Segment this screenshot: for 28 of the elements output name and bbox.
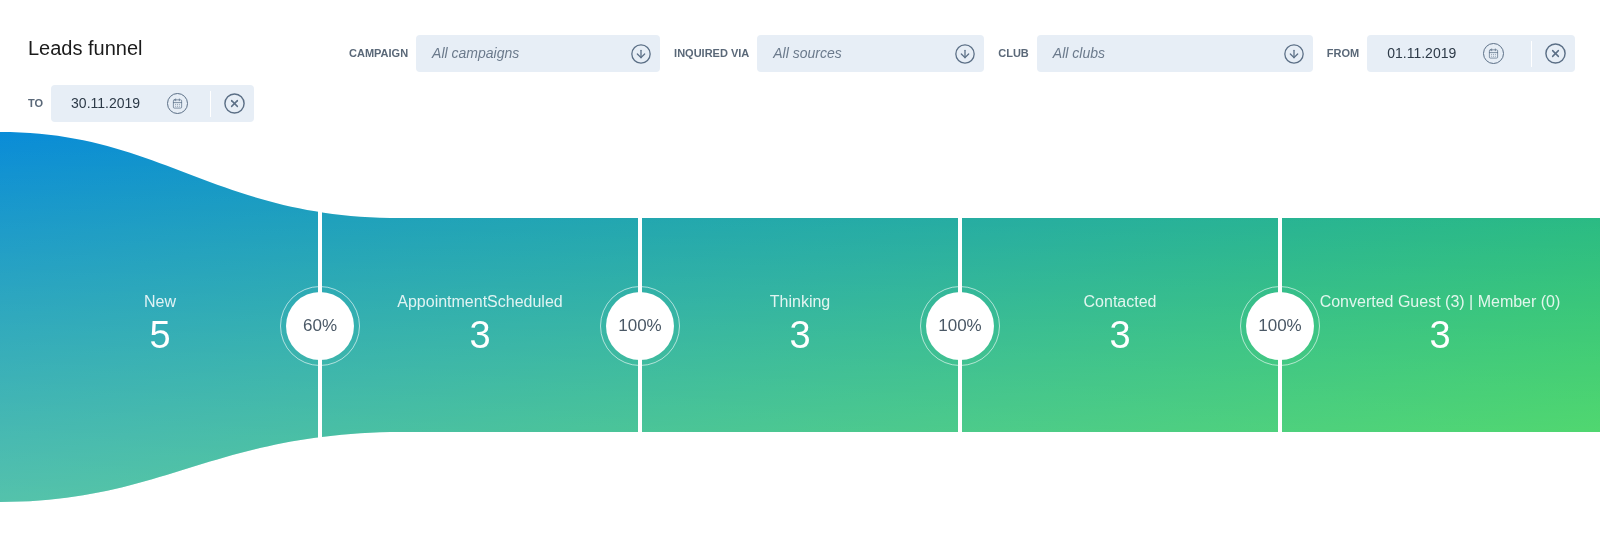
filter-label: TO: [28, 96, 44, 112]
date-field[interactable]: 30.11.2019: [51, 85, 255, 122]
date-field[interactable]: 01.11.2019: [1367, 35, 1576, 72]
stage-label: Converted Guest (3) | Member (0): [1319, 292, 1561, 312]
select-placeholder: All campaigns: [432, 44, 520, 63]
filter-label: CLUB: [998, 46, 1029, 62]
stage-count: 3: [469, 314, 491, 356]
select-field[interactable]: All campaigns: [416, 35, 661, 72]
stage-count: 3: [789, 314, 811, 356]
select-field[interactable]: All sources: [757, 35, 985, 72]
select-placeholder: All clubs: [1052, 44, 1105, 63]
clear-icon[interactable]: [1544, 42, 1568, 65]
filter-label: FROM: [1326, 46, 1360, 62]
select-field[interactable]: All clubs: [1036, 35, 1313, 72]
date-value: 01.11.2019: [1387, 44, 1458, 63]
page-title: Leads funnel: [28, 35, 144, 61]
stage-label: Thinking: [769, 292, 831, 312]
stage-count: 5: [149, 314, 171, 356]
stage-label: AppointmentScheduled: [397, 292, 563, 312]
select-placeholder: All sources: [773, 44, 842, 63]
stage-count: 3: [1429, 314, 1451, 356]
date-value: 30.11.2019: [71, 94, 142, 113]
clear-icon[interactable]: [223, 92, 247, 115]
stage-count: 3: [1109, 314, 1131, 356]
stage-label: Contacted: [1083, 292, 1157, 312]
stage-label: New: [144, 292, 176, 312]
filter-label: CAMPAIGN: [349, 46, 409, 62]
filter-label: INQUIRED VIA: [674, 46, 750, 62]
